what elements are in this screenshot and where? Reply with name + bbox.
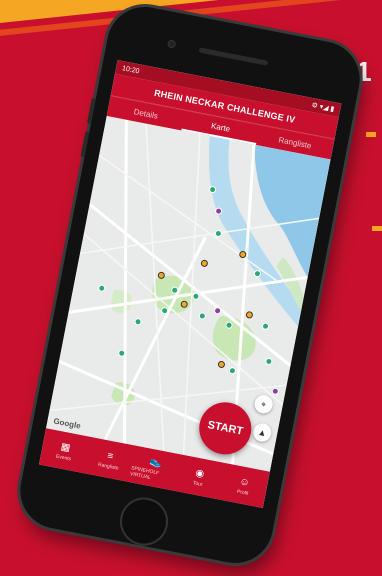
calendar-icon: ▦ [59,440,72,454]
nav-label: SPINEHOLF VIRTUAL [129,464,160,481]
app-screen: 10:20 ⚙ ▾◢ ▮ RHEIN NECKAR CHALLENGE IV D… [38,60,342,508]
park-area [110,289,132,314]
volume-button [80,131,90,158]
list-icon: ≡ [106,449,115,462]
nav-label: Profil [236,488,249,497]
shoe-icon: 👟 [148,455,163,469]
home-button[interactable] [115,493,173,550]
map-canvas [49,119,331,465]
status-time: 10:20 [121,64,141,75]
nav-label: Events [55,453,72,462]
nav-label: Tour [192,479,204,488]
tour-icon: ◉ [194,467,206,480]
camera-icon [166,39,177,49]
background-dash [372,226,382,231]
volume-button [86,97,96,125]
status-icons: ⚙ ▾◢ ▮ [310,101,335,114]
phone-frame: 10:20 ⚙ ▾◢ ▮ RHEIN NECKAR CHALLENGE IV D… [13,0,367,570]
map-view[interactable]: ⌖ ▲ START Google [46,116,331,472]
speaker-grille [198,47,269,66]
profile-icon: ☺ [238,475,251,489]
background-dash [366,132,376,137]
nav-label: Rangliste [97,461,120,472]
